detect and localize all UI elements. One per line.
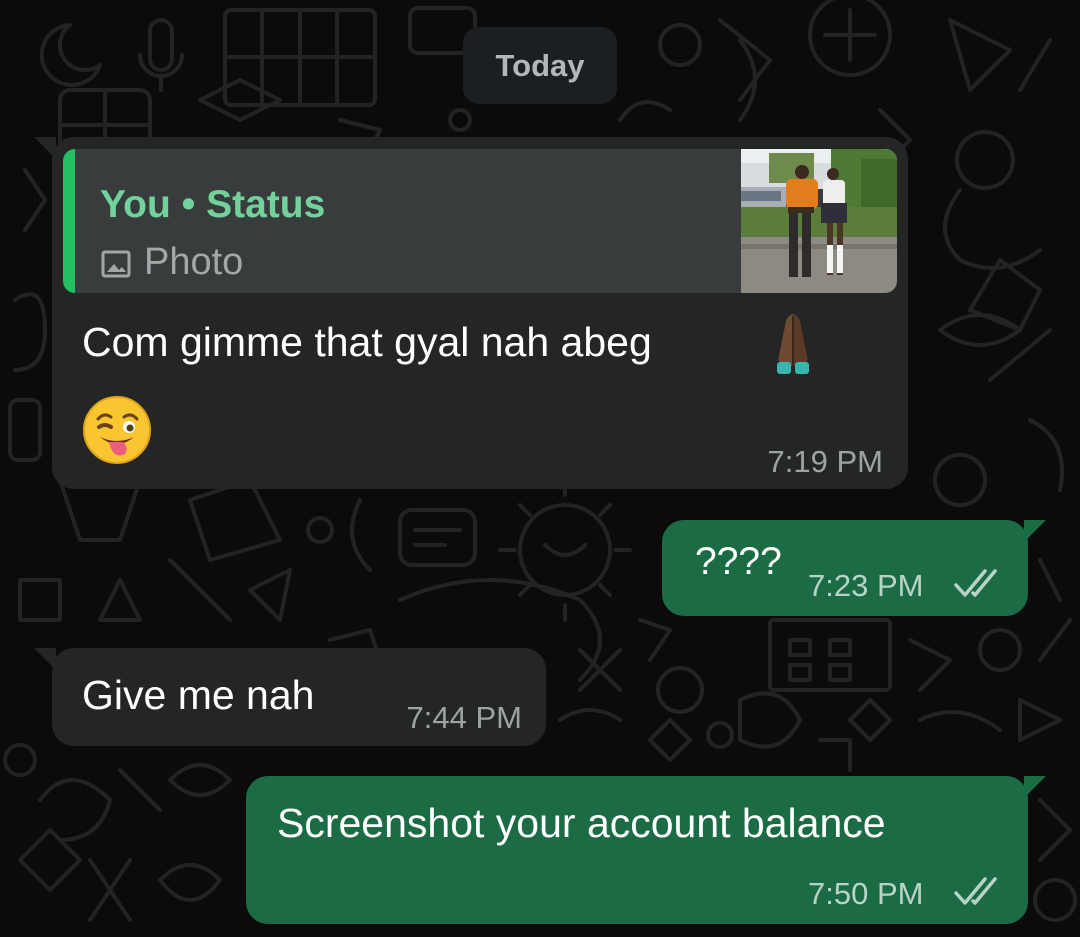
status-photo-thumbnail[interactable] <box>741 149 897 293</box>
message-time: 7:50 PM <box>808 876 924 911</box>
quoted-status-reply[interactable]: You • Status Photo <box>63 149 897 293</box>
message-time: 7:23 PM <box>808 568 924 603</box>
message-time: 7:19 PM <box>767 444 883 479</box>
message-text: Com gimme that gyal nah abeg <box>82 319 652 365</box>
bubble-tail <box>1024 520 1046 542</box>
read-double-check-icon <box>954 569 997 597</box>
message-time: 7:44 PM <box>406 700 522 735</box>
bubble-tail <box>34 137 56 159</box>
date-chip: Today <box>463 27 617 104</box>
message-bubble-outgoing[interactable]: Screenshot your account balance 7:50 PM <box>246 776 1046 924</box>
folded-hands-emoji <box>777 314 809 374</box>
quote-author: You • Status <box>100 183 326 226</box>
quote-type: Photo <box>100 241 243 284</box>
message-text: ???? <box>695 540 782 583</box>
message-text: Give me nah <box>82 672 315 718</box>
image-icon <box>101 250 131 278</box>
quote-accent-bar <box>63 149 75 293</box>
winking-tongue-emoji <box>83 396 151 464</box>
message-bubble-incoming[interactable]: You • Status Photo Com gimme that gyal n… <box>34 137 908 489</box>
read-double-check-icon <box>954 877 997 905</box>
quote-type-label: Photo <box>144 241 244 283</box>
message-bubble-outgoing[interactable]: ???? 7:23 PM <box>662 520 1046 616</box>
message-bubble-incoming[interactable]: Give me nah 7:44 PM <box>34 648 546 746</box>
bubble-tail <box>1024 776 1046 798</box>
message-text: Screenshot your account balance <box>277 800 886 846</box>
bubble-tail <box>34 648 56 670</box>
